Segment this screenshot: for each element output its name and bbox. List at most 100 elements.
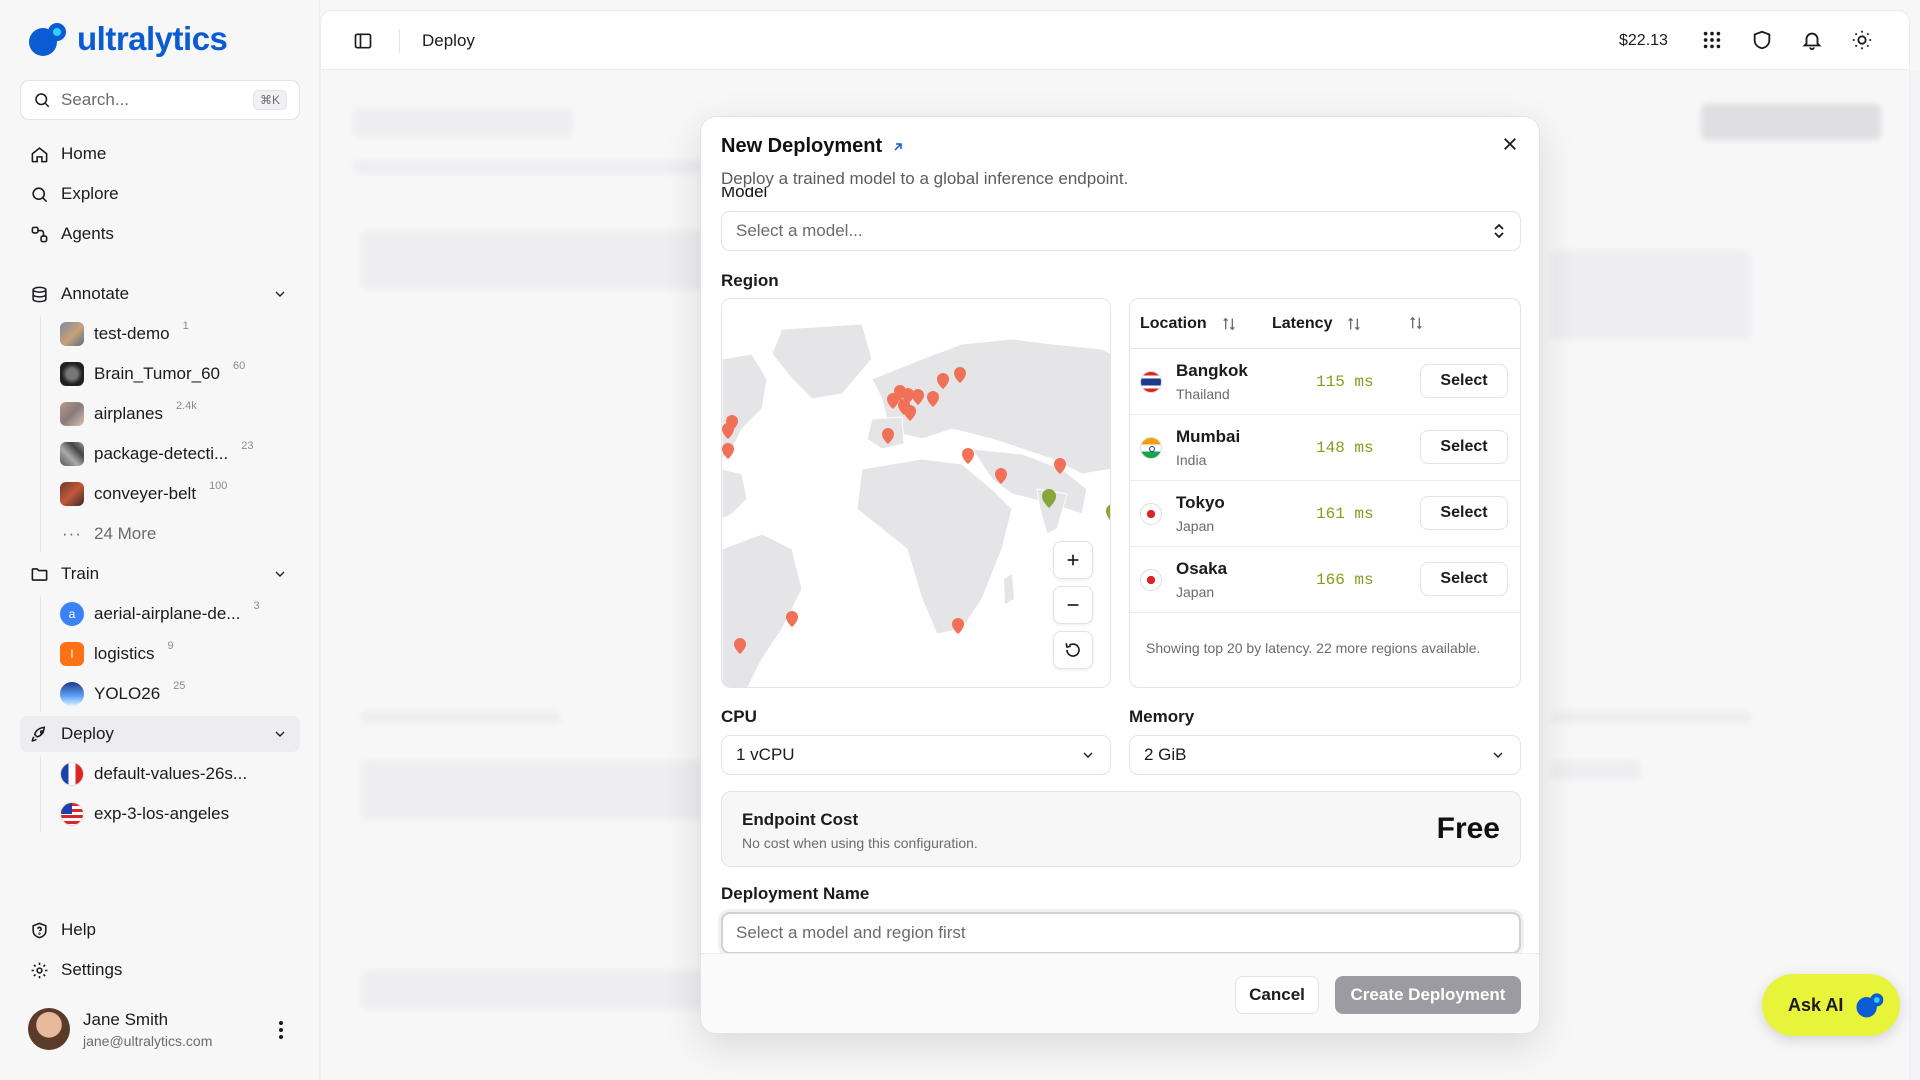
region-country: India [1176,452,1207,468]
model-select[interactable]: Select a model... [721,211,1521,251]
annotate-item-label: package-detecti... [94,444,229,463]
header-latency-label: Latency [1272,315,1333,332]
japan-flag-icon [1140,569,1162,591]
nav-annotate-label: Annotate [61,284,130,303]
external-link-icon[interactable] [892,141,904,153]
memory-select[interactable]: 2 GiB [1129,735,1521,775]
region-city: Osaka [1176,559,1228,578]
modal-title: New Deployment [721,135,904,158]
user-profile[interactable]: Jane Smith jane@ultralytics.com [28,1008,212,1050]
credits-balance[interactable]: $22.13 [1619,32,1668,50]
bell-icon[interactable] [1801,29,1823,51]
ultralytics-logo-icon [27,20,71,58]
chevron-down-icon[interactable] [272,286,288,302]
table-row[interactable]: Mumbai India 148 ms Select [1130,415,1520,481]
project-avatar: l [60,642,84,666]
region-map[interactable] [721,298,1111,688]
memory-label: Memory [1129,707,1195,726]
nav-agents-label: Agents [61,224,114,243]
zoom-in-button[interactable] [1053,541,1093,579]
dataset-thumbnail [60,482,84,506]
dataset-thumbnail [60,322,84,346]
cost-value: Free [1436,812,1500,845]
model-label: Model [721,187,768,197]
train-item[interactable]: YOLO26 25 [60,676,185,712]
nav-explore[interactable]: Explore [20,176,300,212]
endpoint-cost-card: Endpoint Cost No cost when using this co… [721,791,1521,867]
annotate-item[interactable]: airplanes 2.4k [60,396,197,432]
train-item-label: YOLO26 [94,684,161,703]
sidebar-toggle-icon[interactable] [353,31,373,51]
select-region-button[interactable]: Select [1420,430,1508,464]
table-row[interactable]: Bangkok Thailand 115 ms Select [1130,349,1520,415]
kebab-menu-icon[interactable] [278,1020,284,1040]
deploy-item[interactable]: default-values-26s... [60,756,247,792]
region-latency: 115 ms [1316,373,1374,391]
apps-grid-icon[interactable] [1701,29,1723,51]
train-item-count: 9 [167,640,174,652]
select-region-button[interactable]: Select [1420,496,1508,530]
tree-line [40,756,41,832]
select-region-button[interactable]: Select [1420,364,1508,398]
nav-deploy-label: Deploy [61,724,114,743]
header-action[interactable] [1408,315,1424,331]
select-region-button[interactable]: Select [1420,562,1508,596]
sun-icon[interactable] [1851,29,1873,51]
breadcrumb: Deploy [422,31,475,50]
project-avatar: a [60,602,84,626]
train-item[interactable]: l logistics 9 [60,636,174,672]
dataset-thumbnail [60,442,84,466]
annotate-item-count: 60 [233,360,246,372]
cpu-select[interactable]: 1 vCPU [721,735,1111,775]
nav-explore-label: Explore [61,184,119,203]
create-deployment-button[interactable]: Create Deployment [1335,976,1521,1014]
user-name: Jane Smith [83,1009,169,1029]
world-map[interactable] [722,299,1111,688]
nav-train-label: Train [61,564,100,583]
avatar [28,1008,70,1050]
tree-line [40,596,41,712]
annotate-item-count: 1 [182,320,189,332]
minus-icon [1067,604,1079,606]
train-item[interactable]: a aerial-airplane-de... 3 [60,596,260,632]
table-row[interactable]: Osaka Japan 166 ms Select [1130,547,1520,613]
logo[interactable]: ultralytics [27,20,228,58]
nav-agents[interactable]: Agents [20,216,300,252]
nav-settings[interactable]: Settings [20,952,300,988]
header-location[interactable]: Location [1140,315,1237,333]
annotate-item[interactable]: package-detecti... 23 [60,436,253,472]
annotate-item-count: 2.4k [176,400,197,412]
france-flag-icon [60,762,84,786]
ask-ai-button[interactable]: Ask AI [1762,974,1900,1036]
deployment-name-input[interactable]: Select a model and region first [721,912,1521,954]
region-country: Thailand [1176,386,1230,402]
nav-home[interactable]: Home [20,136,300,172]
deploy-item[interactable]: exp-3-los-angeles [60,796,229,832]
nav-deploy[interactable]: Deploy [20,716,300,752]
sidebar: ultralytics Search... ⌘K Home Explore Ag… [0,0,320,1080]
annotate-item-label: Brain_Tumor_60 [94,364,220,383]
close-icon[interactable] [1501,135,1519,153]
annotate-more[interactable]: ··· 24 More [60,516,156,552]
chevron-down-icon[interactable] [272,566,288,582]
nav-train[interactable]: Train [20,556,300,592]
modal-title-text: New Deployment [721,135,883,157]
nav-annotate[interactable]: Annotate [20,276,300,312]
region-latency: 148 ms [1316,439,1374,457]
train-item-label: logistics [94,644,155,663]
japan-flag-icon [1140,503,1162,525]
annotate-item[interactable]: test-demo 1 [60,316,189,352]
shield-icon[interactable] [1751,29,1773,51]
usa-flag-icon [60,802,84,826]
reset-view-button[interactable] [1053,631,1093,669]
chevron-down-icon[interactable] [272,726,288,742]
nav-help[interactable]: Help [20,912,300,948]
annotate-item-label: test-demo [94,324,170,343]
table-row[interactable]: Tokyo Japan 161 ms Select [1130,481,1520,547]
zoom-out-button[interactable] [1053,586,1093,624]
header-latency[interactable]: Latency [1272,315,1362,333]
search-input[interactable]: Search... ⌘K [20,80,300,120]
annotate-item[interactable]: conveyer-belt 100 [60,476,227,512]
annotate-item[interactable]: Brain_Tumor_60 60 [60,356,245,392]
cancel-button[interactable]: Cancel [1235,976,1319,1014]
